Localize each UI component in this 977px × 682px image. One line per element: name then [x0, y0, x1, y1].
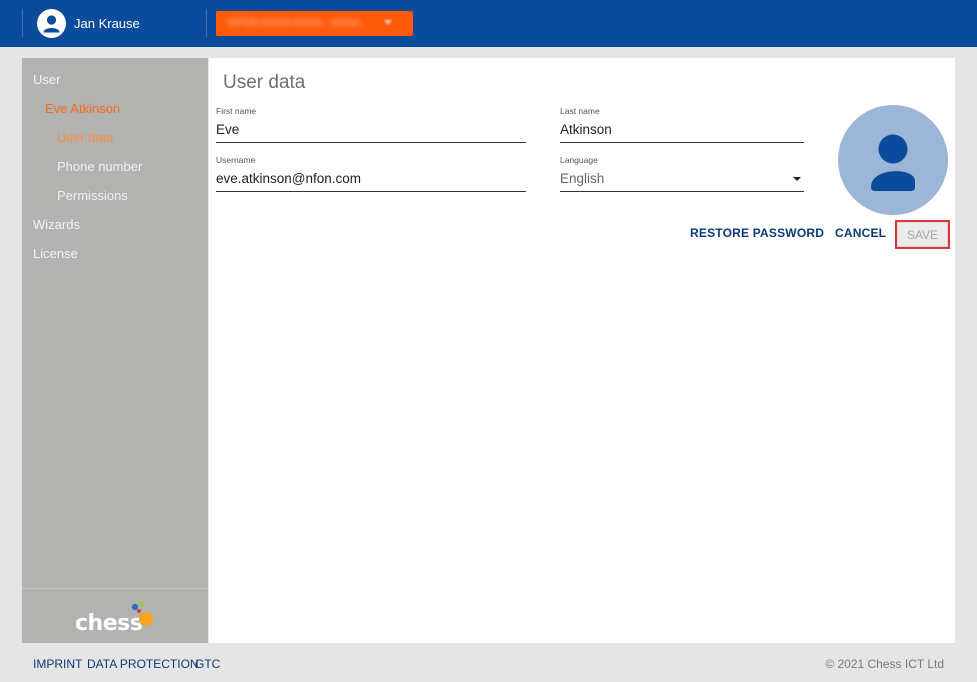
- header-divider: [22, 9, 23, 37]
- sidebar-item-wizards[interactable]: Wizards: [33, 217, 80, 232]
- first-name-field: First name: [216, 106, 526, 143]
- language-field: Language: [560, 155, 804, 192]
- username-field: Username: [216, 155, 526, 192]
- sidebar: User Eve Atkinson User data Phone number…: [22, 58, 208, 643]
- language-select-value[interactable]: [560, 166, 804, 192]
- user-avatar-icon[interactable]: [838, 105, 948, 215]
- tenant-selector-button[interactable]: NFON AAAA AAAA · AAAA: [216, 11, 413, 36]
- last-name-field: Last name: [560, 106, 804, 143]
- username-label: Username: [216, 155, 256, 165]
- footer-link-gtc[interactable]: GTC: [195, 657, 220, 671]
- save-button[interactable]: SAVE: [895, 220, 950, 249]
- last-name-input[interactable]: [560, 117, 804, 143]
- chevron-down-icon: [384, 20, 392, 25]
- first-name-label: First name: [216, 106, 257, 116]
- footer-link-imprint[interactable]: IMPRINT: [33, 657, 82, 671]
- sidebar-item-eve-atkinson[interactable]: Eve Atkinson: [45, 101, 120, 116]
- current-user-name[interactable]: Jan Krause: [74, 16, 140, 31]
- main-panel: User data First name Last name Username …: [209, 58, 955, 643]
- sidebar-item-license[interactable]: License: [33, 246, 78, 261]
- brand-logo-area: chess: [22, 588, 208, 643]
- tenant-selector-label: NFON AAAA AAAA · AAAA: [228, 17, 361, 29]
- dropdown-caret-icon[interactable]: [793, 177, 801, 181]
- user-circle-icon[interactable]: [37, 9, 66, 38]
- first-name-input[interactable]: [216, 117, 526, 143]
- header-divider: [206, 9, 207, 37]
- language-select[interactable]: [560, 166, 804, 192]
- copyright-text: © 2021 Chess ICT Ltd: [825, 657, 944, 671]
- sidebar-item-phone-number[interactable]: Phone number: [57, 159, 142, 174]
- page-title: User data: [223, 72, 306, 93]
- restore-password-button[interactable]: RESTORE PASSWORD: [690, 226, 824, 240]
- top-header: Jan Krause NFON AAAA AAAA · AAAA: [0, 0, 977, 47]
- sidebar-item-user-data[interactable]: User data: [57, 130, 113, 145]
- sidebar-item-permissions[interactable]: Permissions: [57, 188, 128, 203]
- language-label: Language: [560, 155, 598, 165]
- cancel-button[interactable]: CANCEL: [835, 226, 886, 240]
- sidebar-item-user[interactable]: User: [33, 72, 60, 87]
- chess-logo-mark-icon: [131, 601, 153, 626]
- last-name-label: Last name: [560, 106, 600, 116]
- footer-link-data-protection[interactable]: DATA PROTECTION: [87, 657, 199, 671]
- username-input[interactable]: [216, 166, 526, 192]
